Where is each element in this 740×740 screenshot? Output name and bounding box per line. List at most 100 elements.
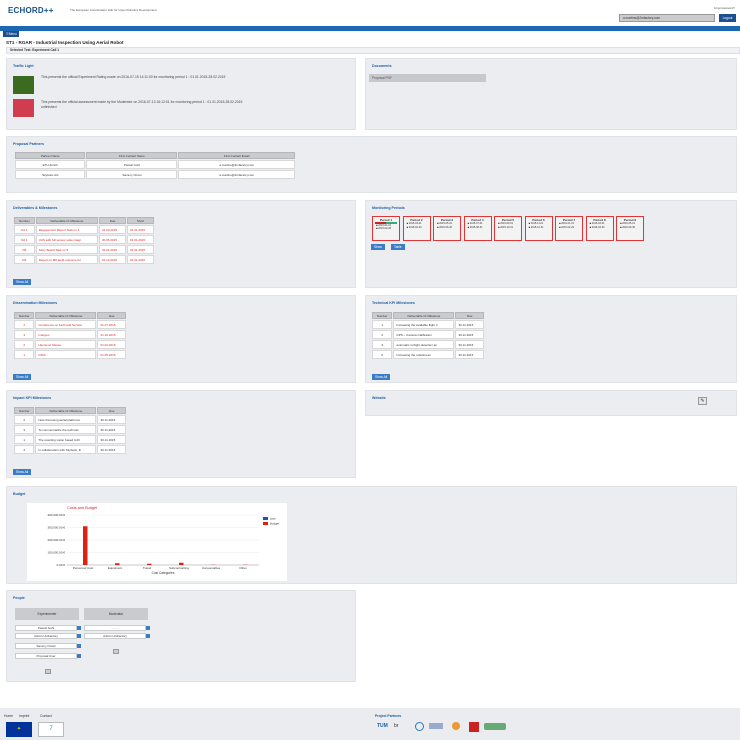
technical-kpi-panel: Technical KPI Milestones Number Deliverab… (365, 295, 737, 383)
top-bar (0, 26, 740, 31)
period-2[interactable]: Period 2 ■ 2015-03-01 ■ 2015-04-30 (402, 216, 431, 241)
panel-title: Proposal Partners (13, 142, 44, 146)
moderator-select[interactable]: Admin UniFactory (84, 633, 150, 639)
partner-logo-4 (429, 723, 443, 729)
y-tick-label: 300,000.00 € (47, 526, 65, 530)
show-all-button[interactable]: Show All (372, 374, 391, 380)
panel-title: Deliverables & Milestones (13, 206, 58, 210)
table-row[interactable]: 0 Increasing the robustness 30.11.2015 (372, 350, 484, 359)
table-row[interactable]: 4 Conference on Field and Service 01.07.20… (14, 320, 126, 329)
show-all-button[interactable]: Show All (13, 279, 32, 285)
footer-link-contact[interactable]: Contact (40, 714, 52, 718)
cell: M1 (14, 255, 35, 264)
partner-logo-5 (452, 722, 460, 730)
fp7-logo: 7 (38, 722, 64, 737)
period-6[interactable]: Period 6 ■ 2015-11-01 ■ 2015-12-31 (524, 216, 553, 241)
table-row[interactable]: 3 automatic in-flight detection an 30.11.2… (372, 340, 484, 349)
cell: Report on M# audit outcome for (35, 255, 99, 264)
login-email-field[interactable]: a.martins@2mfactory.com (619, 14, 715, 22)
show-button[interactable]: Show (371, 244, 385, 250)
experimenter-select[interactable]: Pascal Gohl (15, 625, 81, 631)
table-row[interactable]: 2 Hannover Messe 01.04.2016 (14, 340, 126, 349)
x-tick-label: Personnel Cost (73, 566, 94, 570)
col-deliverable: Deliverable Or Milestone (35, 312, 97, 319)
show-all-button[interactable]: Show All (13, 374, 32, 380)
period-3[interactable]: Period 3 ■ 2015-05-01 ■ 2015-06-30 (433, 216, 461, 241)
experimenter-select[interactable]: Admin UniFactory (15, 633, 81, 639)
panel-title: Monitoring Periods (372, 206, 405, 210)
cell: a.martins@2mfactory.com (178, 170, 295, 179)
footer: Home Imprint Contact ✦ 7 Project Partner… (0, 708, 740, 740)
cell: Sammy Omari (86, 170, 178, 179)
table-button[interactable]: Table (391, 244, 405, 250)
table-row[interactable]: D1.1 Requirement Report Task no 1 01.03.20… (14, 225, 154, 234)
table-row[interactable]: Skybotix AG Sammy Omari a.martins@2mfactor… (15, 170, 295, 179)
remove-icon[interactable] (77, 654, 81, 658)
table-row[interactable]: 2 Note that using aerial platforms 30.11.2… (14, 415, 126, 424)
impact-kpi-panel: Impact KPI Milestones Number Deliverable … (6, 390, 356, 478)
echord-logo[interactable]: ECHORD++ (8, 6, 54, 15)
remove-icon[interactable] (77, 626, 81, 630)
period-4[interactable]: Period 4 ■ 2015-07-01 ■ 2015-08-31 (463, 216, 492, 241)
table-row[interactable]: ETH Zurich Pascal Gohl a.martins@2mfactory… (15, 160, 295, 169)
cell: 4 (14, 445, 35, 454)
cell: 01.07.2015 (97, 320, 126, 329)
period-9[interactable]: Period 9 ■ 2016-05-01 ■ 2016-06-30 (616, 216, 644, 241)
add-experimenter-icon[interactable] (45, 669, 51, 674)
y-tick-label: 200,000.00 € (47, 538, 65, 542)
period-end: ■ 2016-06-30 (620, 225, 636, 229)
experiment-selector[interactable]: Selected Test: Experiment Call 1 (6, 47, 740, 54)
menu-button[interactable]: ☰Menu (3, 31, 19, 37)
period-8[interactable]: Period 8 ■ 2016-03-01 ■ 2016-04-30 (585, 216, 614, 241)
period-5[interactable]: Period 5 ■ 2015-09-01 ■ 2015-10-31 (494, 216, 522, 241)
budget-chart-frame: Costs and Budget 0.00 € 100,000.00 € 200,00… (27, 503, 287, 581)
moderator-select[interactable]: ------- (84, 625, 150, 631)
traffic-light-red (13, 99, 34, 117)
website-panel: Website ✎ (365, 390, 737, 416)
table-row[interactable]: 3 Intergeo 01.10.2015 (14, 330, 126, 339)
remove-icon[interactable] (146, 634, 150, 638)
logout-button[interactable]: Logout (719, 14, 736, 22)
cell: 3 (14, 425, 35, 434)
partner-logo-7 (484, 723, 506, 730)
forgot-password-link[interactable]: Forgot password? (714, 7, 735, 10)
remove-icon[interactable] (77, 634, 81, 638)
period-1[interactable]: Period 1 ■ 2015-01-01 ■ 2015-02-28 (372, 216, 400, 241)
period-7[interactable]: Period 7 ■ 2016-01-01 ■ 2016-02-29 (555, 216, 583, 241)
table-row[interactable]: 4 In collaboration with Skybotix, th 30.11… (14, 445, 126, 454)
show-all-button[interactable]: Show All (13, 469, 32, 475)
table-row[interactable]: 2 GPS – Camera Calibration 30.11.2015 (372, 330, 484, 339)
y-tick-label: 400,000.00 € (47, 513, 65, 517)
table-row[interactable]: M1 Report on M# audit outcome for 01.12.20… (14, 255, 154, 264)
proposal-pdf-field[interactable]: Proposal PDF (369, 74, 486, 82)
y-tick-label: 100,000.00 € (47, 551, 65, 555)
experimenter-select[interactable]: Sammy Omari (15, 643, 81, 649)
edit-icon[interactable]: ✎ (698, 397, 707, 405)
col-number: Number (14, 217, 35, 224)
experimenter-select[interactable]: Proposal User (15, 653, 81, 659)
table-row[interactable]: 1 Increasing the available flight ti 30.11… (372, 320, 484, 329)
col-deliverable: Deliverable Or Milestone (393, 312, 455, 319)
remove-icon[interactable] (146, 626, 150, 630)
col-short: Short (127, 217, 154, 224)
table-row[interactable]: 1 ICRA 01.05.2016 (14, 350, 126, 359)
cell: The resulting vision based UAV (35, 435, 97, 444)
add-moderator-icon[interactable] (113, 649, 119, 654)
footer-link-imprint[interactable]: Imprint (19, 714, 29, 718)
period-end: ■ 2015-12-31 (528, 225, 544, 229)
table-row[interactable]: 3 To commercialize the technolo 30.11.2015 (14, 425, 126, 434)
col-due: Due (97, 407, 126, 414)
table-row[interactable]: D2.1 UAS with full sensor suite integr. 30… (14, 235, 154, 244)
col-due: Due (99, 217, 126, 224)
col-number: Number (14, 407, 35, 414)
cell: 30.06.2015 (99, 235, 126, 244)
footer-link-home[interactable]: Home (4, 714, 13, 718)
table-row[interactable]: 1 The resulting vision based UAV 30.11.201… (14, 435, 126, 444)
y-tick-label: 0.00 € (57, 563, 66, 567)
remove-icon[interactable] (77, 644, 81, 648)
legend-label: budget (270, 522, 279, 526)
table-row[interactable]: D6 Story Board Task no 5 01.01.2015 01.01.2… (14, 245, 154, 254)
select-value: Proposal User (36, 654, 56, 658)
panel-title: Budget (13, 492, 26, 496)
cell: 01.03.2015 (99, 225, 126, 234)
